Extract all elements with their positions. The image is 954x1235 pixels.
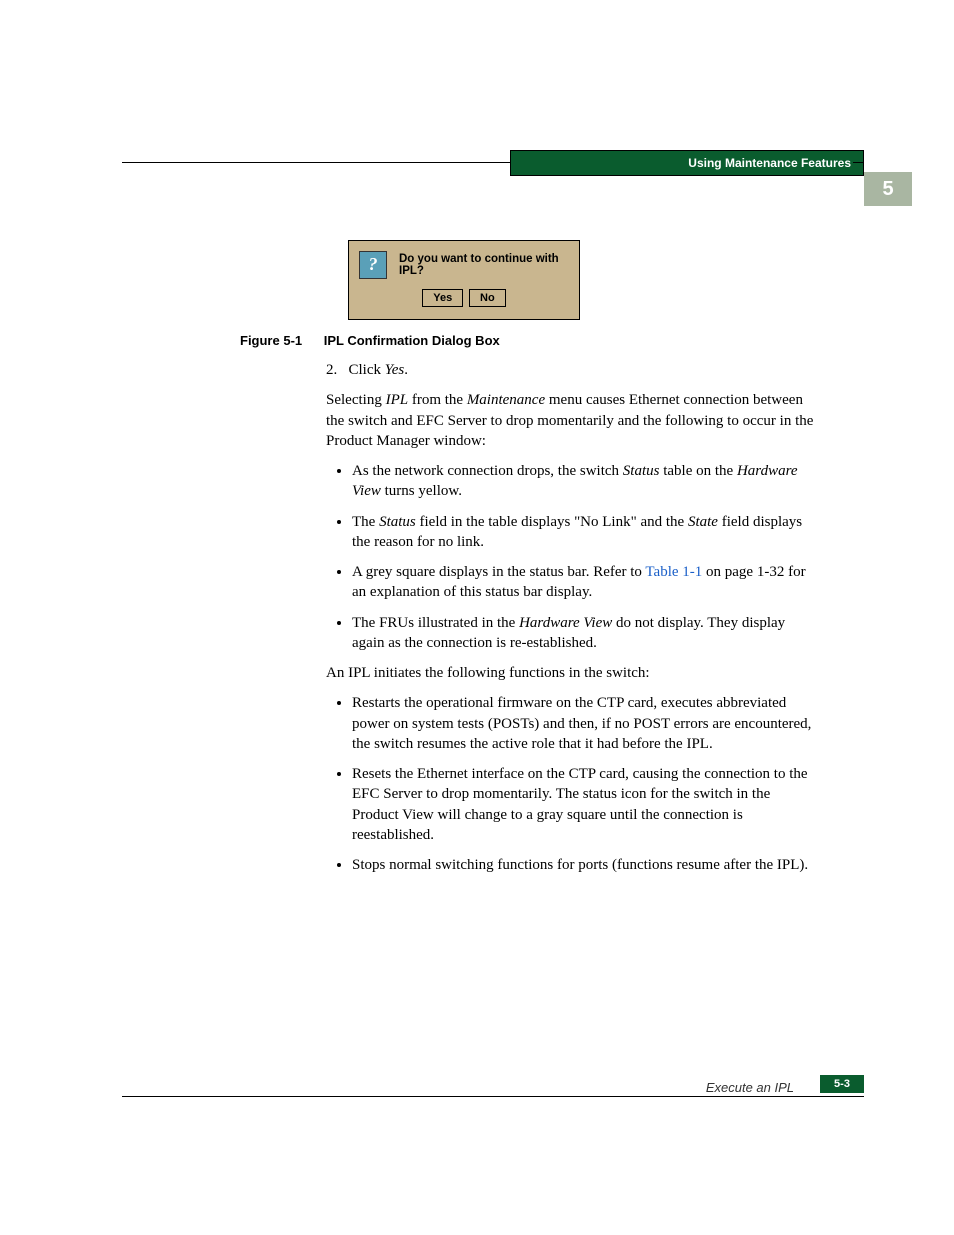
step-post: . [404, 362, 408, 378]
no-button[interactable]: No [469, 289, 506, 307]
step-italic: Yes [385, 362, 404, 378]
ipl-dialog-figure: ? Do you want to continue with IPL? Yes … [348, 240, 580, 320]
step-line: 2. Click Yes. [326, 360, 818, 380]
list-item: Resets the Ethernet interface on the CTP… [352, 764, 818, 845]
bullet-list-2: Restarts the operational firmware on the… [326, 693, 818, 875]
section-title-text: Using Maintenance Features [688, 156, 851, 170]
figure-caption: Figure 5-1 IPL Confirmation Dialog Box [240, 333, 840, 348]
section-title-bar: Using Maintenance Features [510, 150, 864, 176]
step-pre: Click [349, 362, 385, 378]
figure-label: Figure 5-1 [240, 333, 302, 348]
dialog-question-text: Do you want to continue with IPL? [399, 253, 567, 277]
dialog-button-row: Yes No [349, 289, 579, 307]
yes-button[interactable]: Yes [422, 289, 463, 307]
footer-page-number: 5-3 [820, 1075, 864, 1093]
footer-section-name: Execute an IPL [706, 1080, 794, 1095]
figure-title: IPL Confirmation Dialog Box [324, 333, 500, 348]
list-item: The Status field in the table displays "… [352, 512, 818, 553]
header-rule-left [122, 162, 510, 163]
list-item: The FRUs illustrated in the Hardware Vie… [352, 613, 818, 654]
list-item: As the network connection drops, the swi… [352, 461, 818, 502]
step-number: 2. [326, 362, 337, 378]
list-item: A grey square displays in the status bar… [352, 562, 818, 603]
question-icon: ? [359, 251, 387, 279]
footer-rule [122, 1096, 864, 1097]
paragraph-1: Selecting IPL from the Maintenance menu … [326, 390, 818, 451]
footer: Execute an IPL 5-3 [122, 1096, 864, 1097]
bullet-list-1: As the network connection drops, the swi… [326, 461, 818, 653]
dialog-message-row: ? Do you want to continue with IPL? [349, 241, 579, 289]
list-item: Stops normal switching functions for por… [352, 855, 818, 875]
paragraph-2: An IPL initiates the following functions… [326, 663, 818, 683]
chapter-number: 5 [882, 178, 893, 200]
body-column: 2. Click Yes. Selecting IPL from the Mai… [326, 360, 818, 885]
chapter-number-tab: 5 [864, 172, 912, 206]
header-rule-right [853, 162, 863, 163]
table-1-1-link[interactable]: Table 1-1 [645, 564, 702, 580]
list-item: Restarts the operational firmware on the… [352, 693, 818, 754]
